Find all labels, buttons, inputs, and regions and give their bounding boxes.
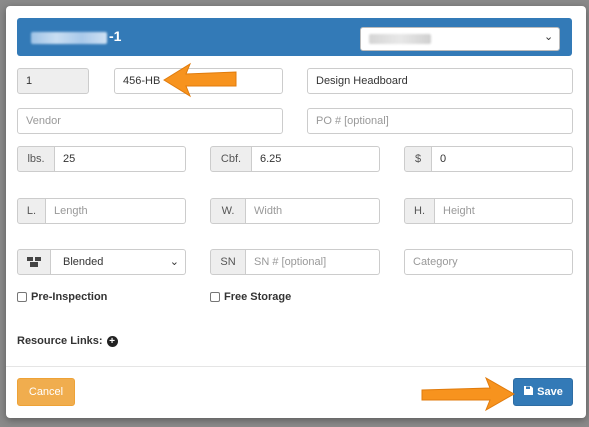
annotation-arrow-save xyxy=(421,376,516,412)
length-field[interactable]: Length xyxy=(46,198,186,224)
item-modal: -1 ⌄ 1 456-HB Design Headboard Vendor PO… xyxy=(6,6,586,418)
serial-number-field[interactable]: SN # [optional] xyxy=(246,249,380,275)
description-field[interactable]: Design Headboard xyxy=(307,68,573,94)
po-number-field[interactable]: PO # [optional] xyxy=(307,108,573,134)
free-storage-checkbox[interactable] xyxy=(210,292,220,302)
width-addon: W. xyxy=(210,198,246,224)
packaging-addon xyxy=(17,249,51,275)
annotation-arrow-sku xyxy=(163,62,237,98)
height-addon: H. xyxy=(404,198,435,224)
plus-circle-icon[interactable]: + xyxy=(106,335,118,347)
pre-inspection-option[interactable]: Pre-Inspection xyxy=(17,291,107,303)
save-label: Save xyxy=(537,386,563,398)
redacted-title xyxy=(31,32,107,44)
vendor-field[interactable]: Vendor xyxy=(17,108,283,134)
free-storage-label: Free Storage xyxy=(224,291,292,303)
quantity-field[interactable]: 1 xyxy=(17,68,89,94)
sn-addon: SN xyxy=(210,249,246,275)
redacted-select-value xyxy=(369,34,431,44)
length-addon: L. xyxy=(17,198,46,224)
price-addon: $ xyxy=(404,146,432,172)
width-field[interactable]: Width xyxy=(246,198,380,224)
volume-addon: Cbf. xyxy=(210,146,252,172)
weight-addon: lbs. xyxy=(17,146,55,172)
pre-inspection-checkbox[interactable] xyxy=(17,292,27,302)
price-field[interactable]: 0 xyxy=(432,146,573,172)
packaging-value: Blended xyxy=(63,256,104,268)
save-icon xyxy=(524,386,534,395)
resource-links-label: Resource Links: xyxy=(17,335,103,347)
save-button[interactable]: Save xyxy=(513,378,573,406)
modal-title-suffix: -1 xyxy=(109,28,122,44)
category-field[interactable]: Category xyxy=(404,249,573,275)
volume-field[interactable]: 6.25 xyxy=(252,146,380,172)
resource-links: Resource Links: + xyxy=(17,335,118,347)
chevron-down-icon: ⌄ xyxy=(544,31,554,43)
boxes-icon xyxy=(27,257,41,268)
modal-header: -1 ⌄ xyxy=(17,18,572,56)
free-storage-option[interactable]: Free Storage xyxy=(210,291,291,303)
pre-inspection-label: Pre-Inspection xyxy=(31,291,108,303)
packaging-select[interactable]: Blended ⌄ xyxy=(51,249,186,275)
height-field[interactable]: Height xyxy=(435,198,573,224)
footer-divider xyxy=(6,366,586,367)
chevron-down-icon: ⌄ xyxy=(169,256,179,268)
weight-field[interactable]: 25 xyxy=(55,146,186,172)
cancel-button[interactable]: Cancel xyxy=(17,378,75,406)
